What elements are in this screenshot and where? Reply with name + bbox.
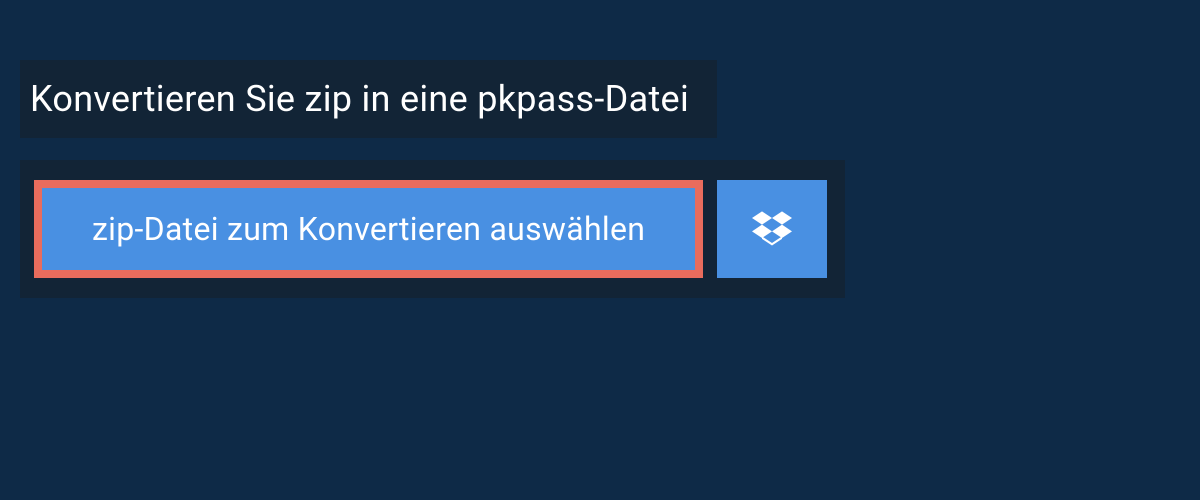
page-title: Konvertieren Sie zip in eine pkpass-Date… <box>30 78 689 120</box>
content-wrapper: Konvertieren Sie zip in eine pkpass-Date… <box>0 0 1200 298</box>
heading-panel: Konvertieren Sie zip in eine pkpass-Date… <box>20 60 717 138</box>
dropbox-button[interactable] <box>717 180 827 278</box>
select-file-button[interactable]: zip-Datei zum Konvertieren auswählen <box>34 180 703 278</box>
controls-panel: zip-Datei zum Konvertieren auswählen <box>20 160 845 298</box>
dropbox-icon <box>752 208 792 251</box>
